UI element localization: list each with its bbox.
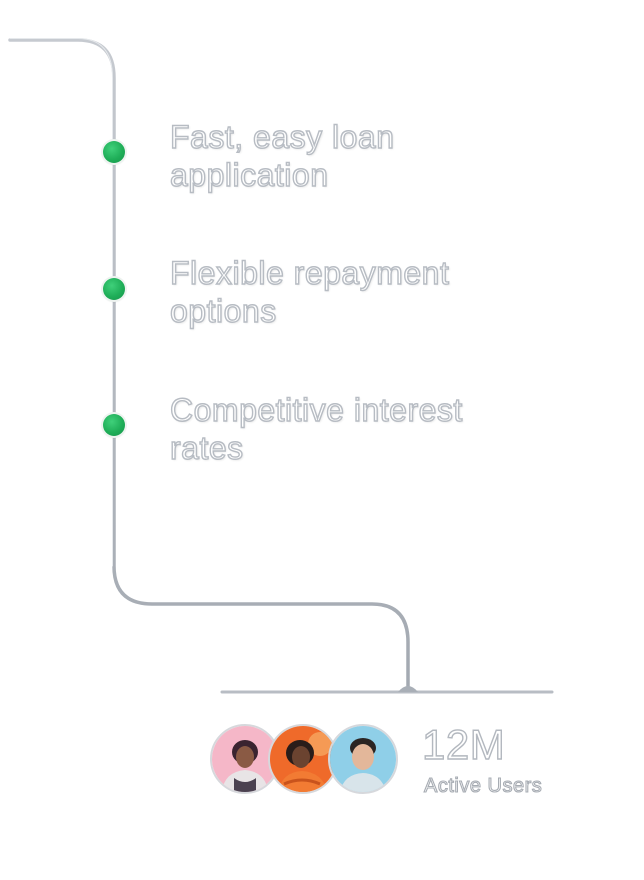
feature-item-competitive-rates: Competitive interest rates <box>169 391 463 466</box>
connector-path-highlight <box>9 38 113 567</box>
feature-item-flexible-repayment: Flexible repayment options <box>169 254 450 329</box>
active-users-label: Active Users <box>423 774 543 797</box>
benefits-graphic: Fast, easy loan application Flexible rep… <box>0 0 644 880</box>
feature-item-fast-application: Fast, easy loan application <box>169 118 395 193</box>
feature-bullet-icon <box>103 141 125 163</box>
base-junction <box>398 686 418 692</box>
avatar-group <box>210 724 410 798</box>
feature-bullet-icon <box>103 414 125 436</box>
active-users-count: 12M <box>421 721 506 768</box>
feature-bullet-icon <box>103 278 125 300</box>
avatar-person-3-icon <box>328 724 398 794</box>
